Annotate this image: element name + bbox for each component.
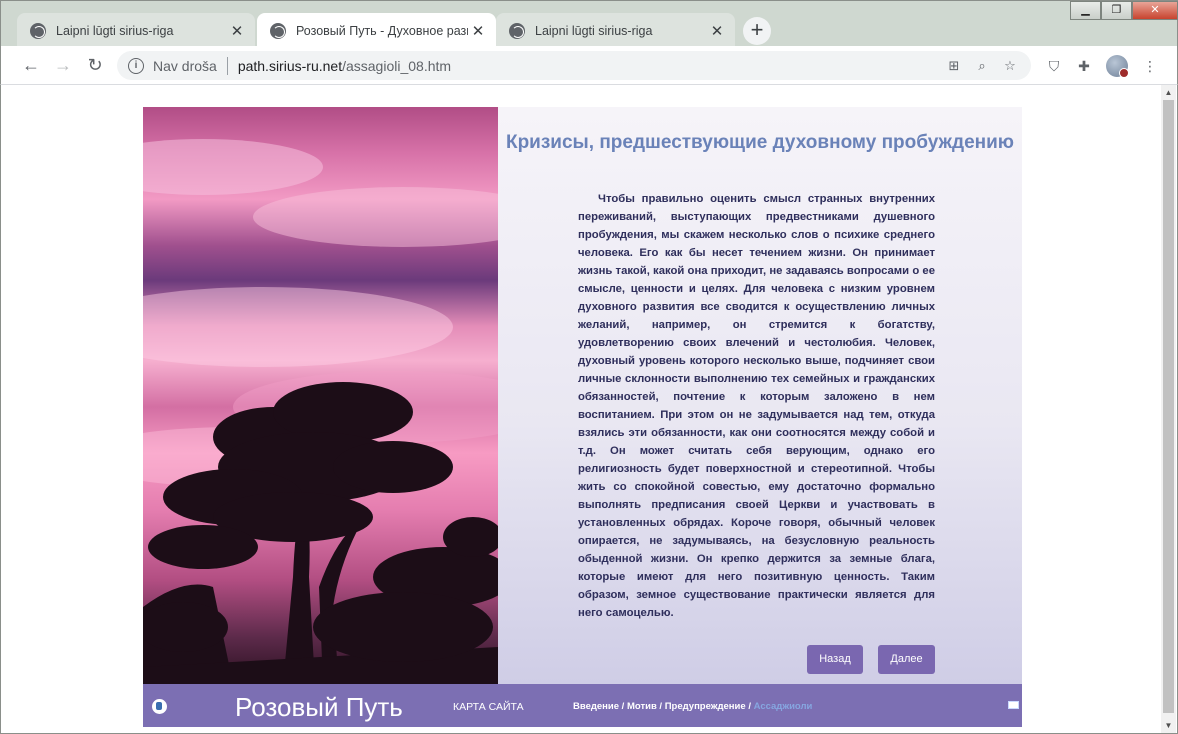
maximize-button[interactable]: ❐ bbox=[1101, 1, 1132, 20]
tab-title: Laipni lūgti sirius-riga bbox=[56, 23, 174, 38]
avatar[interactable] bbox=[1106, 55, 1129, 78]
address-bar[interactable]: i Nav droša path.sirius-ru.net/assagioli… bbox=[117, 51, 1031, 80]
url-host: path.sirius-ru.net bbox=[237, 57, 343, 74]
security-label: Nav droša bbox=[153, 57, 217, 74]
divider bbox=[226, 56, 228, 75]
site-footer: Розовый Путь КАРТА САЙТА Введение / Моти… bbox=[143, 684, 1022, 727]
browser-toolbar: ← → ↻ i Nav droša path.sirius-ru.net/ass… bbox=[0, 46, 1178, 85]
bookmark-star-icon[interactable]: ☆ bbox=[1001, 57, 1019, 75]
ublock-icon[interactable]: ⛉ bbox=[1044, 56, 1064, 76]
tab-title: Laipni lūgti sirius-riga bbox=[535, 23, 653, 38]
globe-icon bbox=[30, 22, 46, 39]
scroll-down-icon[interactable]: ▼ bbox=[1161, 718, 1176, 733]
translate-icon[interactable]: ⊞ bbox=[945, 57, 963, 75]
close-icon[interactable]: ✕ bbox=[707, 22, 727, 40]
breadcrumb-current: Ассаджиоли bbox=[753, 701, 813, 712]
globe-icon bbox=[270, 22, 286, 39]
close-window-button[interactable]: ✕ bbox=[1132, 1, 1178, 20]
sitemap-link[interactable]: КАРТА САЙТА bbox=[453, 701, 524, 713]
close-icon[interactable]: ✕ bbox=[227, 22, 247, 40]
minimize-button[interactable]: ▁ bbox=[1070, 1, 1101, 20]
url-path: /assagioli_08.htm bbox=[342, 57, 452, 74]
mail-icon[interactable] bbox=[1008, 701, 1019, 709]
reload-button[interactable]: ↻ bbox=[84, 54, 106, 76]
content-frame: Кризисы, предшествующие духовному пробуж… bbox=[143, 107, 1022, 727]
zoom-icon[interactable]: ⌕ bbox=[973, 57, 991, 75]
forward-button[interactable]: → bbox=[52, 54, 74, 76]
back-nav-button[interactable]: Назад bbox=[807, 645, 863, 674]
tab-rozovyi-put[interactable]: Розовый Путь - Духовное разв ✕ bbox=[257, 13, 496, 48]
close-icon[interactable]: ✕ bbox=[468, 22, 488, 40]
tab-sirius-riga-2[interactable]: Laipni lūgti sirius-riga ✕ bbox=[496, 13, 735, 48]
tab-strip: Laipni lūgti sirius-riga ✕ Розовый Путь … bbox=[0, 0, 1178, 48]
breadcrumb-item[interactable]: Мотив bbox=[627, 701, 657, 712]
breadcrumb: Введение / Мотив / Предупреждение / Асса… bbox=[573, 701, 812, 712]
breadcrumb-item[interactable]: Предупреждение bbox=[665, 701, 746, 712]
site-logo-icon[interactable] bbox=[152, 699, 167, 714]
breadcrumb-separator: / bbox=[656, 701, 665, 712]
menu-kebab-icon[interactable]: ⋮ bbox=[1140, 56, 1160, 76]
back-button[interactable]: ← bbox=[20, 54, 42, 76]
url-text: path.sirius-ru.net/assagioli_08.htm bbox=[238, 58, 451, 74]
site-brand[interactable]: Розовый Путь bbox=[235, 692, 403, 723]
tab-title: Розовый Путь - Духовное разв bbox=[296, 23, 468, 38]
globe-icon bbox=[509, 22, 525, 39]
window-controls: ▁ ❐ ✕ bbox=[1070, 1, 1178, 21]
new-tab-button[interactable]: + bbox=[743, 17, 771, 45]
article-text: Чтобы правильно оценить смысл странных в… bbox=[578, 193, 935, 619]
page-title: Кризисы, предшествующие духовному пробуж… bbox=[505, 132, 1015, 153]
breadcrumb-separator: / bbox=[745, 701, 754, 712]
page-viewport: Кризисы, предшествующие духовному пробуж… bbox=[0, 85, 1178, 734]
article-panel: Кризисы, предшествующие духовному пробуж… bbox=[498, 107, 1022, 684]
next-nav-button[interactable]: Далее bbox=[878, 645, 935, 674]
omnibox-icons: ⊞ ⌕ ☆ bbox=[945, 57, 1019, 75]
scroll-up-icon[interactable]: ▲ bbox=[1161, 85, 1176, 100]
sunset-trees-photo bbox=[143, 107, 498, 684]
scroll-thumb[interactable] bbox=[1163, 100, 1174, 713]
extensions-puzzle-icon[interactable]: ✚ bbox=[1074, 56, 1094, 76]
breadcrumb-separator: / bbox=[619, 701, 627, 712]
info-icon[interactable]: i bbox=[128, 57, 144, 74]
vertical-scrollbar[interactable]: ▲ ▼ bbox=[1161, 85, 1176, 733]
tab-sirius-riga-1[interactable]: Laipni lūgti sirius-riga ✕ bbox=[17, 13, 255, 48]
tree-silhouette bbox=[143, 139, 498, 684]
breadcrumb-item[interactable]: Введение bbox=[573, 701, 619, 712]
